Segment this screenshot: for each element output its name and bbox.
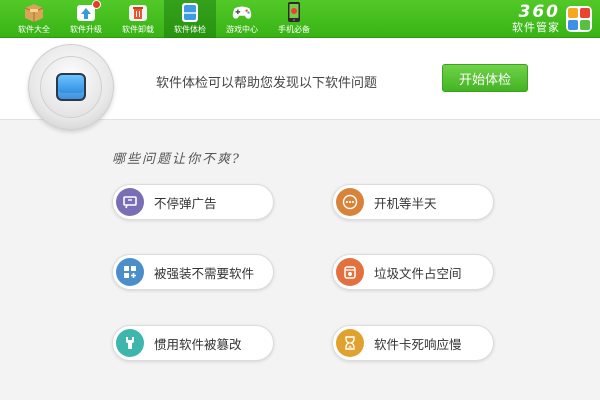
nav-label: 软件大全 [18,25,50,34]
nav-label: 软件体检 [174,25,206,34]
popup-ad-icon [116,188,144,216]
phone-icon [282,1,306,23]
logo-tile [580,8,590,18]
scan-circle-icon [28,44,114,130]
logo-tile [568,20,578,30]
brand: 360 软件管家 [512,2,592,36]
nav-item-software-checkup[interactable]: 软件体检 [164,0,216,38]
gamepad-icon [230,1,254,23]
nav-label: 软件升级 [70,25,102,34]
monitor-screen-icon [56,73,86,101]
brand-text: 360 软件管家 [512,2,560,35]
issue-label: 惯用软件被篡改 [154,336,242,352]
hourglass-icon [336,329,364,357]
forced-install-icon [116,258,144,286]
update-badge [92,0,101,9]
issue-label: 软件卡死响应慢 [374,336,462,352]
issue-label: 不停弹广告 [154,195,217,211]
issue-software-tampered[interactable]: 惯用软件被篡改 [112,325,274,361]
waiting-dots-icon [336,188,364,216]
logo-tile [568,8,578,18]
brand-name: 软件管家 [512,21,560,34]
checkup-icon [178,1,202,23]
logo-tile [580,20,590,30]
start-checkup-button[interactable]: 开始体检 [442,64,528,92]
issue-label: 垃圾文件占空间 [374,265,462,281]
nav-item-software-uninstall[interactable]: 软件卸载 [112,0,164,38]
nav-item-phone-essentials[interactable]: 手机必备 [268,0,320,38]
nav-label: 手机必备 [278,25,310,34]
trash-file-icon [336,258,364,286]
scan-inner-ring [40,56,102,118]
issue-freeze-slow[interactable]: 软件卡死响应慢 [332,325,494,361]
top-toolbar: 软件大全 软件升级 软件卸载 软件体检 游戏中心 手机必备 360 软件管家 [0,0,600,38]
uninstall-icon [126,1,150,23]
nav-label: 软件卸载 [122,25,154,34]
header-message: 软件体检可以帮助您发现以下软件问题 [156,76,378,91]
issue-label: 开机等半天 [374,195,437,211]
brand-number: 360 [518,2,560,22]
upgrade-icon [74,0,101,23]
issue-popup-ads[interactable]: 不停弹广告 [112,184,274,220]
issue-slow-boot[interactable]: 开机等半天 [332,184,494,220]
brand-logo-icon [566,6,592,32]
issue-junk-files[interactable]: 垃圾文件占空间 [332,254,494,290]
nav-item-software-upgrade[interactable]: 软件升级 [60,0,112,38]
software-box-icon [22,1,46,23]
main-nav: 软件大全 软件升级 软件卸载 软件体检 游戏中心 手机必备 [8,0,320,38]
tampered-icon [116,329,144,357]
nav-item-software-all[interactable]: 软件大全 [8,0,60,38]
nav-item-game-center[interactable]: 游戏中心 [216,0,268,38]
issue-forced-install[interactable]: 被强装不需要软件 [112,254,274,290]
nav-label: 游戏中心 [226,25,258,34]
question-title: 哪些问题让你不爽? [112,152,241,167]
issue-label: 被强装不需要软件 [154,265,255,281]
